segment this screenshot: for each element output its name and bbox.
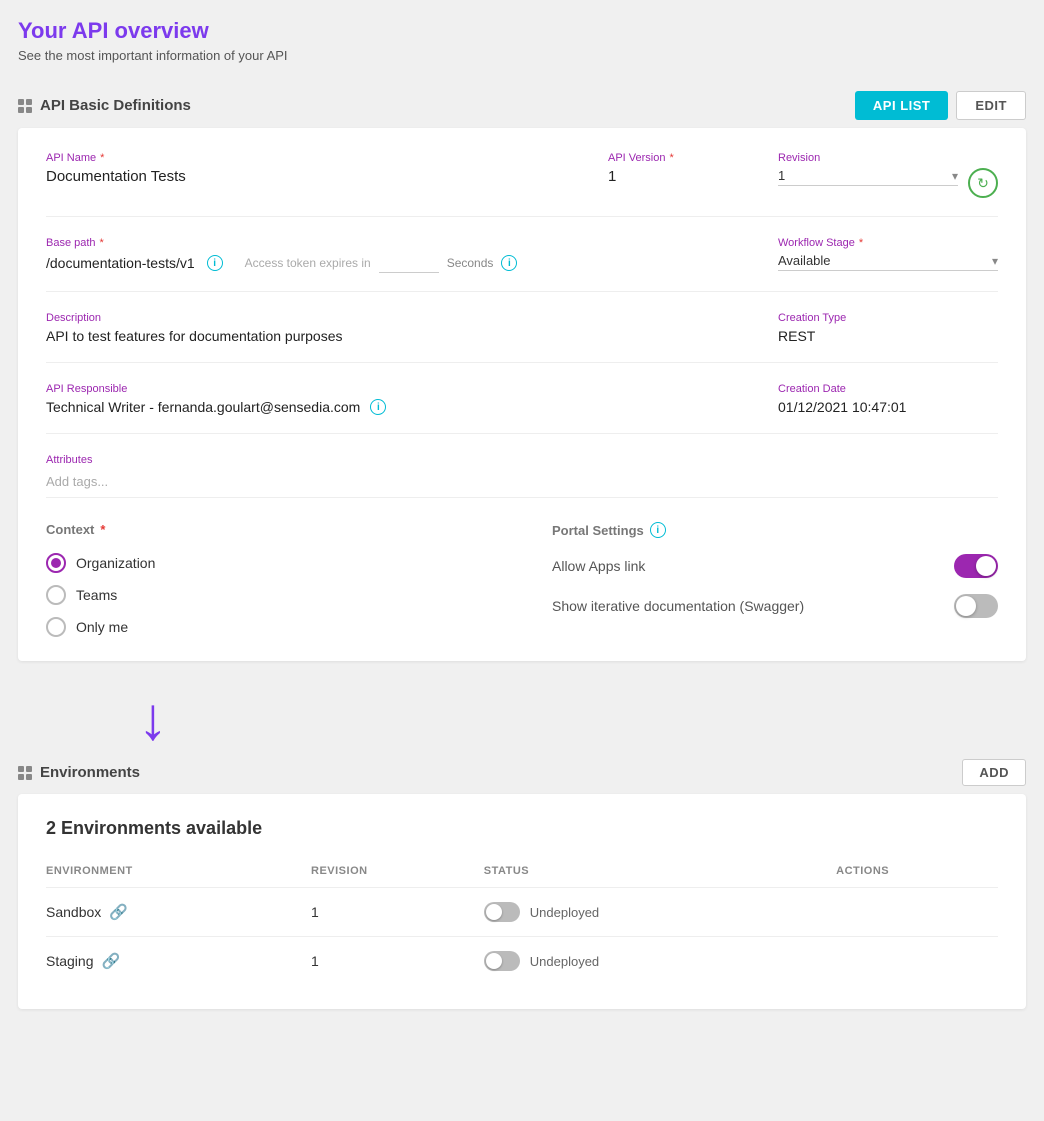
attributes-group: Attributes Add tags... — [46, 454, 998, 498]
col-status: STATUS — [484, 859, 836, 888]
base-path-info-icon[interactable]: i — [207, 255, 223, 271]
env-actions-1 — [836, 937, 998, 986]
radio-label-organization: Organization — [76, 555, 155, 571]
radio-teams[interactable]: Teams — [46, 585, 492, 605]
env-count: 2 Environments available — [46, 818, 998, 839]
radio-label-teams: Teams — [76, 587, 117, 603]
show-swagger-label: Show iterative documentation (Swagger) — [552, 598, 804, 614]
portal-settings-label: Portal Settings i — [552, 522, 998, 538]
api-name-value: Documentation Tests — [46, 168, 568, 185]
env-deploy-knob-1 — [486, 953, 502, 969]
grid-icon — [18, 99, 32, 113]
api-name-group: API Name * Documentation Tests — [46, 152, 568, 198]
context-label: Context * — [46, 522, 492, 537]
revision-select[interactable]: 1 ▾ — [778, 168, 958, 186]
api-responsible-info-icon[interactable]: i — [370, 399, 386, 415]
env-link-icon-1[interactable]: 🔗 — [101, 952, 120, 970]
radio-inner-organization — [51, 558, 61, 568]
refresh-icon[interactable]: ↻ — [968, 168, 998, 198]
creation-date-group: Creation Date 01/12/2021 10:47:01 — [778, 383, 998, 415]
page-subtitle: See the most important information of yo… — [18, 48, 1026, 63]
table-row: Staging 🔗 1 Undeployed — [46, 937, 998, 986]
show-swagger-toggle-row: Show iterative documentation (Swagger) — [552, 594, 998, 618]
env-name-0: Sandbox 🔗 — [46, 903, 311, 921]
add-environment-button[interactable]: ADD — [962, 759, 1026, 786]
radio-only-me[interactable]: Only me — [46, 617, 492, 637]
workflow-stage-group: Workflow Stage * Available ▾ — [778, 237, 998, 273]
api-version-group: API Version * 1 — [608, 152, 738, 198]
api-list-button[interactable]: API LIST — [855, 91, 948, 120]
environments-section-title: Environments — [18, 764, 140, 781]
token-expires-info-icon[interactable]: i — [501, 255, 517, 271]
arrow-indicator: ↓ — [18, 679, 1026, 749]
env-link-icon-0[interactable]: 🔗 — [109, 903, 128, 921]
allow-apps-toggle-row: Allow Apps link — [552, 554, 998, 578]
token-expires-input[interactable] — [379, 253, 439, 273]
revision-group: Revision 1 ▾ — [778, 152, 958, 198]
description-group: Description API to test features for doc… — [46, 312, 738, 344]
env-deploy-knob-0 — [486, 904, 502, 920]
api-basic-section-title: API Basic Definitions — [18, 97, 191, 114]
workflow-dropdown-arrow: ▾ — [992, 254, 998, 268]
radio-outer-only-me — [46, 617, 66, 637]
api-responsible-group: API Responsible Technical Writer - ferna… — [46, 383, 738, 415]
token-expires-label: Access token expires in — [245, 256, 371, 270]
env-actions-0 — [836, 888, 998, 937]
env-revision-0: 1 — [311, 888, 484, 937]
table-row: Sandbox 🔗 1 Undeployed — [46, 888, 998, 937]
env-name-text-0: Sandbox — [46, 904, 101, 920]
page-title: Your API overview — [18, 18, 1026, 44]
env-name-1: Staging 🔗 — [46, 952, 311, 970]
arrow-down-icon: ↓ — [138, 689, 168, 749]
allow-apps-toggle[interactable] — [954, 554, 998, 578]
seconds-label: Seconds — [447, 256, 494, 270]
tags-input[interactable]: Add tags... — [46, 470, 998, 498]
workflow-select[interactable]: Available ▾ — [778, 253, 998, 271]
creation-type-group: Creation Type REST — [778, 312, 998, 344]
radio-organization[interactable]: Organization — [46, 553, 492, 573]
env-deploy-toggle-0[interactable] — [484, 902, 520, 922]
base-path-value: /documentation-tests/v1 — [46, 255, 195, 271]
api-responsible-value: Technical Writer - fernanda.goulart@sens… — [46, 399, 360, 415]
description-value: API to test features for documentation p… — [46, 328, 738, 344]
show-swagger-toggle[interactable] — [954, 594, 998, 618]
api-version-value: 1 — [608, 168, 738, 185]
show-swagger-toggle-knob — [956, 596, 976, 616]
env-revision-1: 1 — [311, 937, 484, 986]
environments-grid-icon — [18, 766, 32, 780]
env-status-text-0: Undeployed — [530, 905, 599, 920]
edit-button[interactable]: EDIT — [956, 91, 1026, 120]
col-revision: REVISION — [311, 859, 484, 888]
portal-info-icon[interactable]: i — [650, 522, 666, 538]
context-radio-group: Organization Teams Only me — [46, 553, 492, 637]
col-environment: ENVIRONMENT — [46, 859, 311, 888]
allow-apps-toggle-knob — [976, 556, 996, 576]
environments-table: ENVIRONMENT REVISION STATUS ACTIONS Sand… — [46, 859, 998, 985]
env-status-text-1: Undeployed — [530, 954, 599, 969]
creation-type-value: REST — [778, 328, 998, 344]
allow-apps-label: Allow Apps link — [552, 558, 645, 574]
radio-label-only-me: Only me — [76, 619, 128, 635]
radio-outer-teams — [46, 585, 66, 605]
base-path-group: Base path * /documentation-tests/v1 i Ac… — [46, 237, 738, 273]
env-deploy-toggle-1[interactable] — [484, 951, 520, 971]
creation-date-value: 01/12/2021 10:47:01 — [778, 399, 998, 415]
env-name-text-1: Staging — [46, 953, 93, 969]
col-actions: ACTIONS — [836, 859, 998, 888]
radio-outer-organization — [46, 553, 66, 573]
